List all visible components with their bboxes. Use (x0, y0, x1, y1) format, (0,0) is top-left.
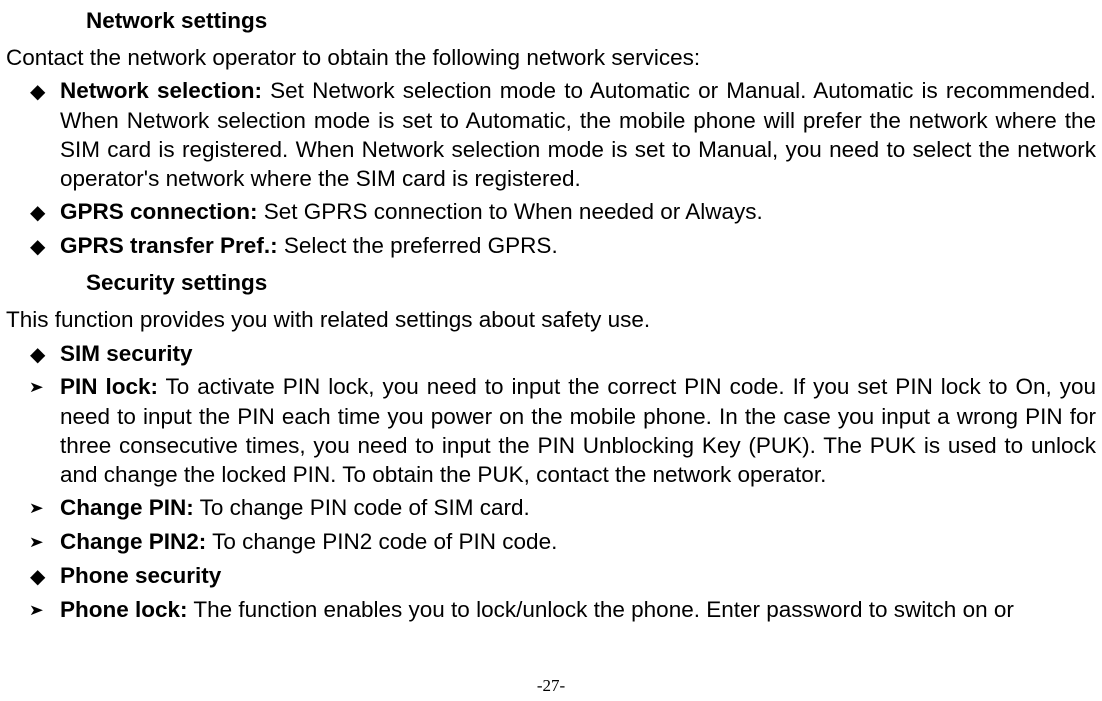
diamond-icon (30, 80, 60, 106)
arrow-icon (30, 497, 60, 523)
network-list: Network selection: Set Network selection… (6, 76, 1096, 260)
item-label: Network selection: (60, 78, 262, 103)
item-label: Phone security (60, 563, 221, 588)
arrow-icon (30, 531, 60, 557)
arrow-icon (30, 599, 60, 625)
list-item: GPRS transfer Pref.: Select the preferre… (6, 231, 1096, 261)
item-text: The function enables you to lock/unlock … (188, 597, 1014, 622)
item-label: SIM security (60, 341, 193, 366)
item-label: Phone lock: (60, 597, 188, 622)
item-text: To activate PIN lock, you need to input … (60, 374, 1096, 487)
item-label: Change PIN: (60, 495, 194, 520)
arrow-icon (30, 376, 60, 402)
heading-network-settings: Network settings (86, 6, 1096, 35)
page-number: -27- (0, 675, 1102, 697)
item-text: To change PIN code of SIM card. (194, 495, 530, 520)
diamond-icon (30, 235, 60, 261)
list-item: PIN lock: To activate PIN lock, you need… (6, 372, 1096, 489)
heading-security-settings: Security settings (86, 268, 1096, 297)
list-item: Change PIN2: To change PIN2 code of PIN … (6, 527, 1096, 557)
list-item: Network selection: Set Network selection… (6, 76, 1096, 193)
list-item: Phone security (6, 561, 1096, 591)
item-text: To change PIN2 code of PIN code. (206, 529, 557, 554)
security-list: SIM security PIN lock: To activate PIN l… (6, 339, 1096, 625)
diamond-icon (30, 343, 60, 369)
document-page: Network settings Contact the network ope… (0, 0, 1102, 701)
network-intro: Contact the network operator to obtain t… (6, 43, 1096, 72)
diamond-icon (30, 565, 60, 591)
diamond-icon (30, 201, 60, 227)
item-label: PIN lock: (60, 374, 158, 399)
list-item: Phone lock: The function enables you to … (6, 595, 1096, 625)
list-item: SIM security (6, 339, 1096, 369)
list-item: GPRS connection: Set GPRS connection to … (6, 197, 1096, 227)
item-text: Select the preferred GPRS. (278, 233, 558, 258)
item-label: Change PIN2: (60, 529, 206, 554)
security-intro: This function provides you with related … (6, 305, 1096, 334)
item-label: GPRS connection: (60, 199, 258, 224)
item-text: Set GPRS connection to When needed or Al… (258, 199, 763, 224)
item-label: GPRS transfer Pref.: (60, 233, 278, 258)
list-item: Change PIN: To change PIN code of SIM ca… (6, 493, 1096, 523)
